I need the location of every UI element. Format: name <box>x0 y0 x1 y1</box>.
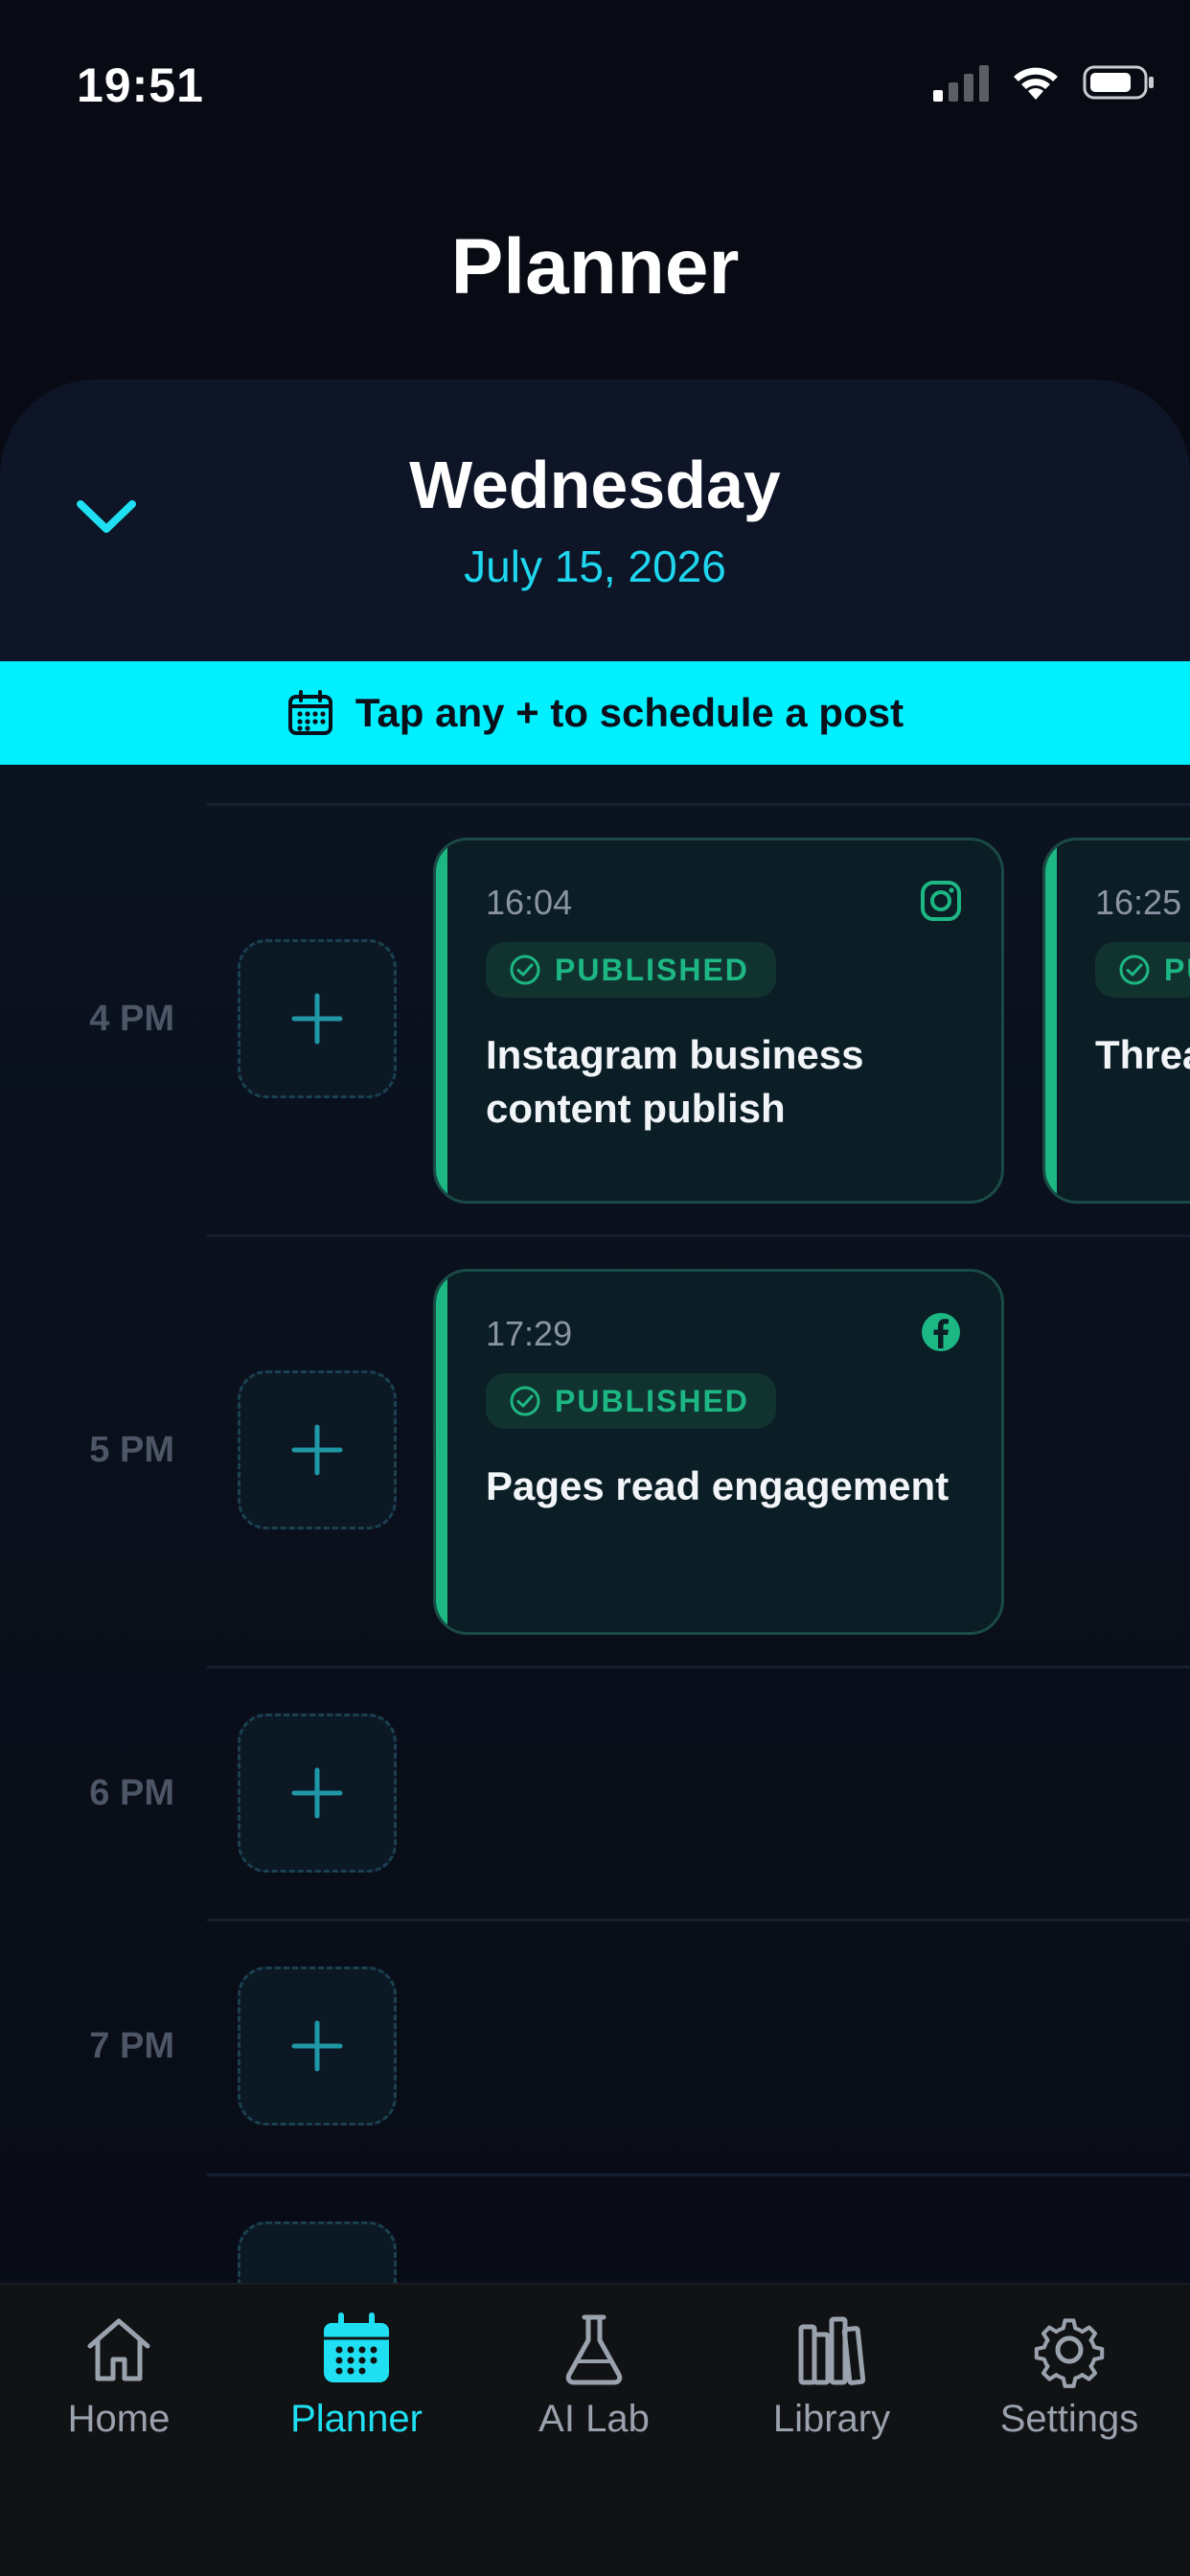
hour-label: 5 PM <box>89 1430 174 1470</box>
status-bar: 19:51 <box>0 0 1190 172</box>
status-badge: PUBLISHED <box>1095 942 1190 998</box>
tab-settings[interactable]: Settings <box>950 2310 1188 2441</box>
tab-bar: Home Planner AI Lab Library Settings <box>0 2283 1190 2576</box>
hour-label: 7 PM <box>89 2026 174 2066</box>
tab-label: AI Lab <box>538 2398 650 2440</box>
hour-divider <box>207 803 1190 806</box>
hour-divider <box>207 1919 1190 1921</box>
tab-label: Home <box>67 2398 171 2440</box>
post-title: Instagram business content publish <box>486 1032 864 1131</box>
page-title: Planner <box>450 223 740 310</box>
schedule-tip-banner: Tap any + to schedule a post <box>0 661 1190 765</box>
post-card[interactable]: 16:04 PUBLISHED Instagram business conte… <box>433 838 1004 1204</box>
post-card[interactable]: 17:29 PUBLISHED Pages read engagement <box>433 1269 1004 1635</box>
post-card[interactable]: 16:25 PUBLISHED Threads content publish <box>1042 838 1190 1204</box>
hour-divider <box>207 2174 1190 2176</box>
plus-icon <box>291 993 343 1045</box>
post-time: 16:04 <box>486 883 573 922</box>
status-text: PUBLISHED <box>555 1383 749 1418</box>
library-icon <box>798 2316 866 2385</box>
check-circle-icon <box>510 1386 540 1416</box>
tab-ai-lab[interactable]: AI Lab <box>475 2310 713 2441</box>
tab-planner[interactable]: Planner <box>238 2310 475 2441</box>
status-text: PUBLISHED <box>555 952 749 987</box>
status-badge: PUBLISHED <box>486 1373 776 1429</box>
status-badge: PUBLISHED <box>486 942 776 998</box>
check-circle-icon <box>510 954 540 985</box>
tip-text: Tap any + to schedule a post <box>355 690 904 735</box>
hour-label: 4 PM <box>89 999 174 1039</box>
tab-label: Library <box>772 2398 891 2440</box>
hour-divider <box>207 1234 1190 1237</box>
hour-label: 6 PM <box>89 1773 174 1813</box>
status-icons <box>933 63 1156 102</box>
plus-icon <box>291 1767 343 1819</box>
day-sheet: Wednesday July 15, 2026 Tap any + to sch… <box>0 380 1190 2576</box>
check-circle-icon <box>1119 954 1150 985</box>
facebook-icon <box>922 1313 960 1351</box>
tab-label: Settings <box>999 2398 1139 2440</box>
calendar-icon <box>287 690 332 735</box>
add-post-button[interactable] <box>238 1370 397 1530</box>
post-title: Pages read engagement <box>486 1463 950 1508</box>
day-name: Wednesday <box>409 448 781 522</box>
tab-library[interactable]: Library <box>713 2310 950 2441</box>
gear-icon <box>1034 2318 1105 2388</box>
wifi-icon <box>1014 67 1058 100</box>
tab-label: Planner <box>290 2398 423 2440</box>
post-time: 17:29 <box>486 1314 573 1353</box>
add-post-button[interactable] <box>238 1714 397 1873</box>
hour-divider <box>207 1666 1190 1668</box>
day-date: July 15, 2026 <box>464 541 726 591</box>
battery-icon <box>1083 65 1154 100</box>
flask-icon <box>565 2314 623 2385</box>
home-icon <box>87 2318 150 2381</box>
tab-home[interactable]: Home <box>0 2310 238 2441</box>
add-post-button[interactable] <box>238 939 397 1098</box>
post-title: Threads content publish <box>1095 1032 1190 1077</box>
plus-icon <box>291 1424 343 1476</box>
status-text: PUBLISHED <box>1164 952 1190 987</box>
calendar-icon <box>324 2312 389 2382</box>
cellular-signal-icon <box>933 65 989 102</box>
add-post-button[interactable] <box>238 1966 397 2126</box>
hour-timeline: 4 PM 16:04 PUBLISHED Instagram business … <box>0 765 1190 2380</box>
post-time: 16:25 <box>1095 883 1182 922</box>
instagram-icon <box>921 881 961 921</box>
plus-icon <box>291 2020 343 2072</box>
status-time: 19:51 <box>77 58 204 112</box>
